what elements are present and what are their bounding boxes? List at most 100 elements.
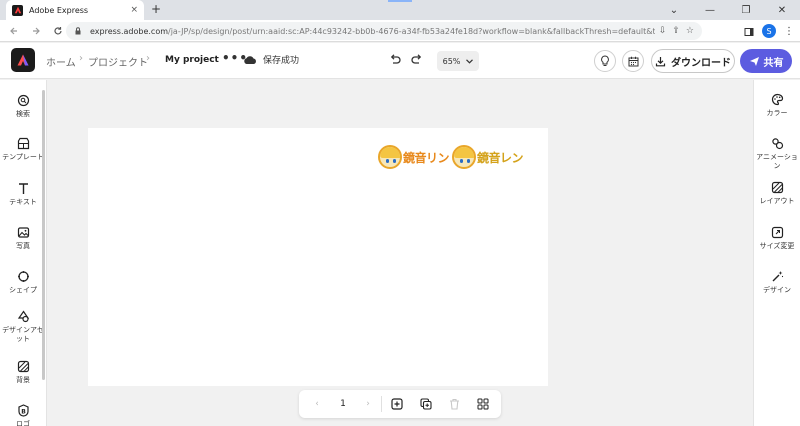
tab-search-icon[interactable]: ⌄ bbox=[656, 0, 692, 20]
rail-item-search[interactable]: 検索 bbox=[0, 93, 46, 119]
breadcrumb-separator-icon: › bbox=[79, 53, 83, 64]
cloud-icon bbox=[244, 55, 256, 64]
rail-item-logo[interactable]: B ロゴ bbox=[0, 403, 46, 426]
grid-view-button[interactable] bbox=[476, 397, 490, 411]
animation-icon bbox=[770, 136, 784, 150]
rail-item-design-asset[interactable]: デザインアセット bbox=[0, 309, 46, 344]
browser-menu-icon[interactable]: ⋮ bbox=[784, 26, 794, 37]
right-tool-rail: カラー アニメーション レイアウト サイズ変更 デザイン bbox=[753, 80, 800, 426]
breadcrumb-home[interactable]: ホーム bbox=[46, 54, 76, 69]
url-path: /ja-JP/sp/design/post/urn:aaid:sc:AP:44c… bbox=[168, 26, 655, 36]
rail-label: シェイプ bbox=[9, 286, 37, 294]
rail-item-animation[interactable]: アニメーション bbox=[754, 136, 800, 171]
undo-icon[interactable] bbox=[388, 53, 402, 67]
browser-actions: S ⋮ bbox=[744, 22, 794, 40]
minimize-button[interactable]: — bbox=[692, 0, 728, 20]
design-canvas[interactable]: 鏡音リン 鏡音レン bbox=[88, 128, 548, 386]
page-number: 1 bbox=[340, 399, 346, 409]
duplicate-page-button[interactable] bbox=[419, 397, 433, 411]
rail-item-layout[interactable]: レイアウト bbox=[754, 180, 800, 206]
delete-page-button[interactable] bbox=[447, 397, 461, 411]
tab-title: Adobe Express bbox=[29, 5, 89, 15]
rail-label: サイズ変更 bbox=[759, 242, 795, 250]
chevron-down-icon bbox=[466, 58, 474, 64]
download-label: ダウンロード bbox=[671, 57, 731, 69]
calendar-icon bbox=[628, 56, 638, 66]
logo-icon: B bbox=[16, 403, 30, 417]
page-bar-divider bbox=[381, 396, 382, 412]
rail-item-template[interactable]: テンプレート bbox=[0, 136, 46, 162]
svg-text:B: B bbox=[21, 408, 26, 415]
install-app-icon[interactable]: ⇩ bbox=[659, 26, 667, 36]
back-icon[interactable] bbox=[6, 23, 22, 39]
browser-tab-strip: Adobe Express × + ⌄ — ❐ ✕ bbox=[0, 0, 800, 20]
forward-icon[interactable] bbox=[28, 23, 44, 39]
background-icon bbox=[16, 359, 30, 373]
rail-item-design[interactable]: デザイン bbox=[754, 269, 800, 295]
redo-icon[interactable] bbox=[410, 53, 424, 67]
save-status-text: 保存成功 bbox=[263, 56, 300, 66]
rail-item-shape[interactable]: シェイプ bbox=[0, 269, 46, 295]
design-asset-icon bbox=[16, 309, 30, 323]
reload-icon[interactable] bbox=[50, 23, 66, 39]
rail-label: デザイン bbox=[763, 286, 791, 294]
rail-item-resize[interactable]: サイズ変更 bbox=[754, 225, 800, 251]
browser-toolbar: express.adobe.com/ja-JP/sp/design/post/u… bbox=[0, 20, 800, 42]
url-text: express.adobe.com/ja-JP/sp/design/post/u… bbox=[90, 27, 655, 36]
browser-tab[interactable]: Adobe Express × bbox=[6, 0, 144, 20]
next-page-button[interactable]: › bbox=[361, 397, 375, 411]
share-page-icon[interactable]: ⇪ bbox=[672, 26, 680, 36]
duplicate-icon bbox=[420, 398, 432, 410]
share-button[interactable]: 共有 bbox=[740, 49, 792, 73]
photo-icon bbox=[16, 225, 30, 239]
profile-avatar[interactable]: S bbox=[762, 24, 776, 38]
schedule-button[interactable] bbox=[622, 50, 644, 72]
restore-button[interactable]: ❐ bbox=[728, 0, 764, 20]
omnibox-actions: ⇩ ⇪ ☆ bbox=[659, 26, 694, 36]
address-bar[interactable]: express.adobe.com/ja-JP/sp/design/post/u… bbox=[66, 22, 702, 40]
magic-wand-icon bbox=[770, 269, 784, 283]
lightbulb-button[interactable] bbox=[594, 50, 616, 72]
layout-icon bbox=[770, 180, 784, 194]
rail-label: デザインアセット bbox=[2, 326, 44, 343]
download-icon bbox=[655, 56, 666, 66]
len-character-image bbox=[452, 145, 476, 169]
left-rail-scrollbar[interactable] bbox=[42, 90, 45, 380]
url-host: express.adobe.com bbox=[90, 26, 169, 36]
prev-page-button[interactable]: ‹ bbox=[310, 397, 324, 411]
text-icon bbox=[16, 181, 30, 195]
add-page-button[interactable] bbox=[390, 397, 404, 411]
app-header: ホーム › プロジェクト › My project ••• 保存成功 65% ダ… bbox=[0, 43, 800, 79]
adobe-express-logo-icon[interactable] bbox=[11, 48, 35, 72]
lightbulb-icon bbox=[601, 55, 609, 66]
rin-logo-text: 鏡音リン bbox=[403, 150, 450, 165]
rail-item-color[interactable]: カラー bbox=[754, 92, 800, 118]
rail-label: 写真 bbox=[16, 242, 30, 250]
share-label: 共有 bbox=[763, 57, 784, 69]
close-tab-icon[interactable]: × bbox=[130, 5, 138, 15]
rail-item-background[interactable]: 背景 bbox=[0, 359, 46, 385]
grid-icon bbox=[477, 398, 489, 410]
bookmark-star-icon[interactable]: ☆ bbox=[686, 26, 694, 36]
template-icon bbox=[16, 136, 30, 150]
rail-label: 背景 bbox=[16, 376, 30, 384]
trash-icon bbox=[449, 398, 459, 410]
zoom-select[interactable]: 65% bbox=[437, 51, 479, 71]
shape-icon bbox=[16, 269, 30, 283]
drag-indicator bbox=[388, 0, 412, 2]
rin-logo[interactable]: 鏡音リン bbox=[378, 145, 450, 169]
download-button[interactable]: ダウンロード bbox=[651, 49, 735, 73]
len-logo-text: 鏡音レン bbox=[477, 150, 524, 165]
side-panel-icon[interactable] bbox=[744, 22, 754, 41]
len-logo[interactable]: 鏡音レン bbox=[452, 145, 524, 169]
rail-item-text[interactable]: テキスト bbox=[0, 181, 46, 207]
new-tab-button[interactable]: + bbox=[151, 3, 161, 15]
project-title[interactable]: My project bbox=[165, 55, 219, 65]
rail-item-photo[interactable]: 写真 bbox=[0, 225, 46, 251]
rail-label: カラー bbox=[766, 109, 788, 117]
breadcrumb-project[interactable]: プロジェクト bbox=[88, 54, 148, 69]
rail-label: アニメーション bbox=[756, 153, 798, 170]
save-status: 保存成功 bbox=[243, 53, 299, 66]
close-window-button[interactable]: ✕ bbox=[764, 0, 800, 20]
search-icon bbox=[16, 93, 30, 107]
